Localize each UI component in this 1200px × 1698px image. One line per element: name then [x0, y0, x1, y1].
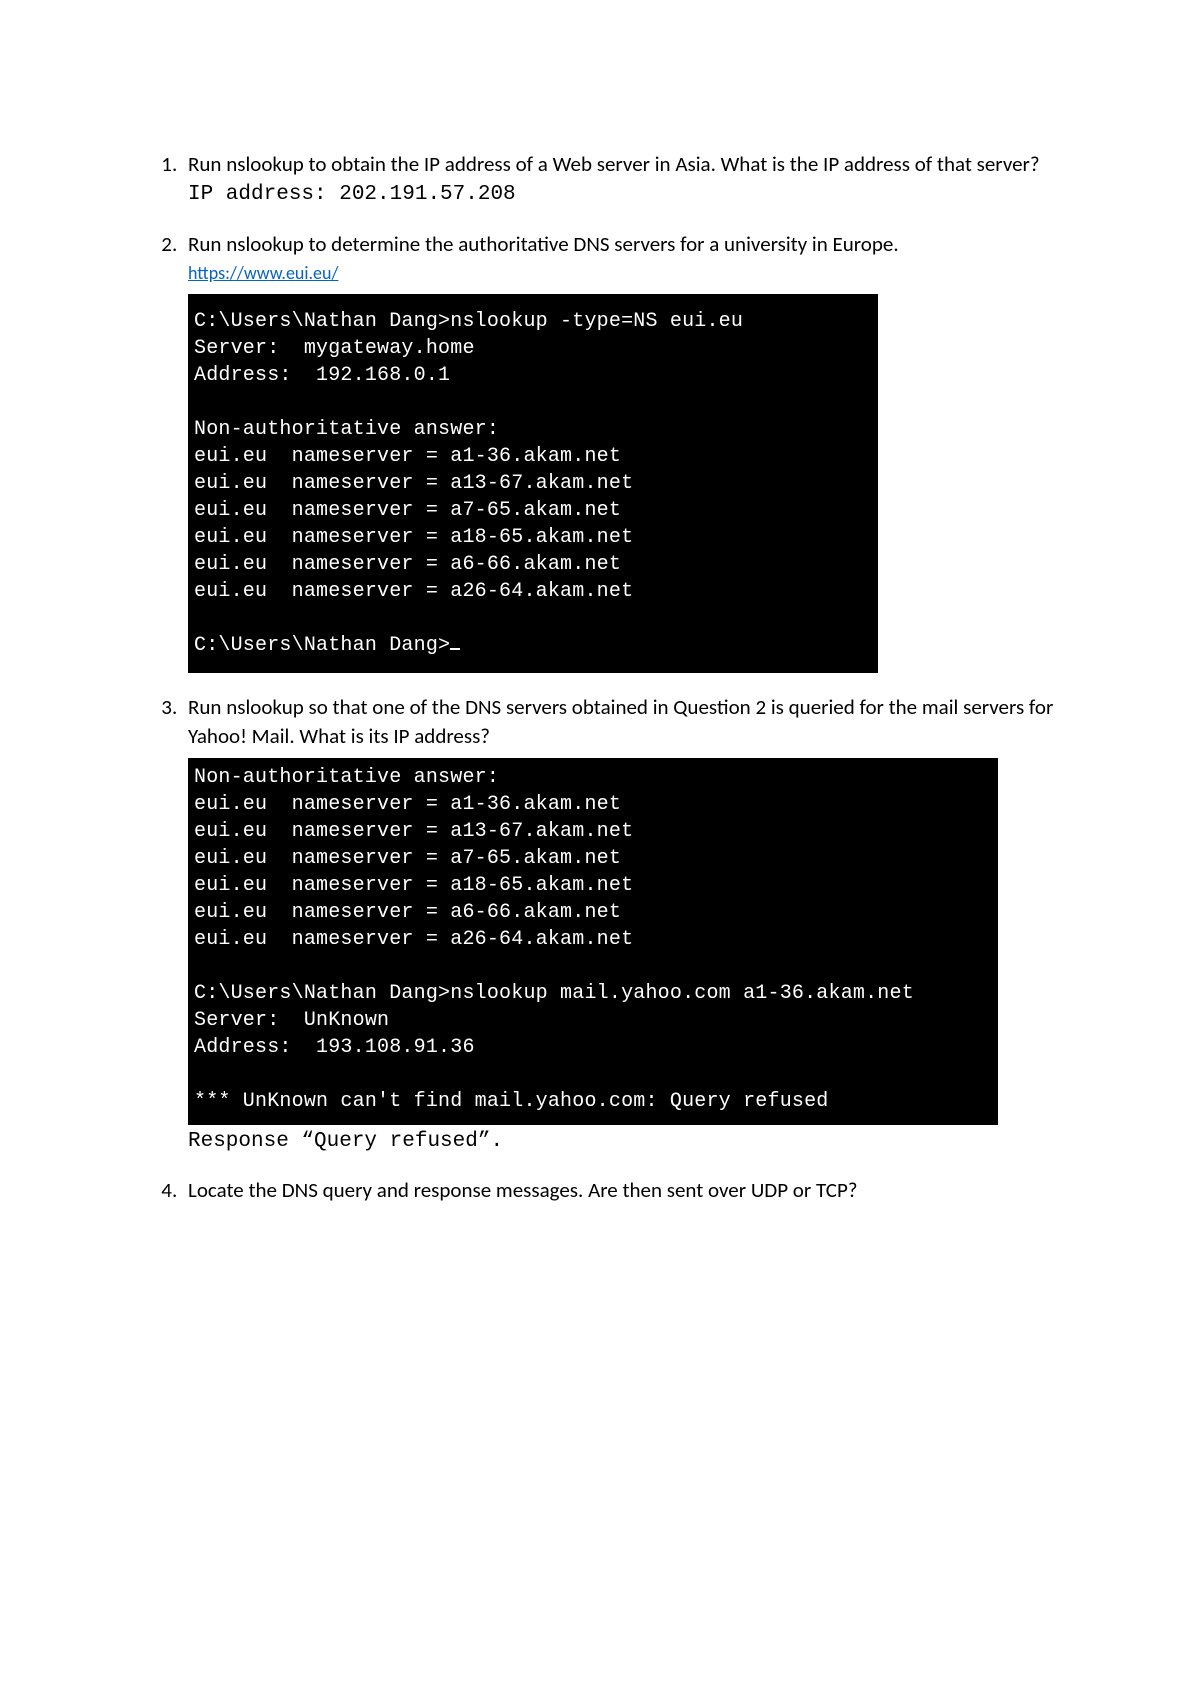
q1-text: Run nslookup to obtain the IP address of…	[188, 151, 1040, 177]
terminal-2-wrap: Non-authoritative answer: eui.eu nameser…	[188, 758, 998, 1125]
question-list: Run nslookup to obtain the IP address of…	[140, 150, 1060, 1205]
q2-text: Run nslookup to determine the authoritat…	[188, 231, 899, 257]
q1-answer: IP address: 202.191.57.208	[188, 183, 516, 206]
question-4: Locate the DNS query and response messag…	[182, 1176, 1060, 1204]
question-3: Run nslookup so that one of the DNS serv…	[182, 693, 1060, 1156]
cursor-icon	[450, 648, 460, 650]
question-2: Run nslookup to determine the authoritat…	[182, 230, 1060, 674]
terminal-1-text: C:\Users\Nathan Dang>nslookup -type=NS e…	[194, 310, 743, 657]
q4-text: Locate the DNS query and response messag…	[188, 1177, 858, 1203]
q3-response: Response “Query refused”.	[188, 1130, 503, 1153]
terminal-2: Non-authoritative answer: eui.eu nameser…	[188, 758, 998, 1125]
terminal-1: C:\Users\Nathan Dang>nslookup -type=NS e…	[188, 294, 878, 673]
question-1: Run nslookup to obtain the IP address of…	[182, 150, 1060, 210]
q2-link[interactable]: https://www.eui.eu/	[188, 262, 338, 284]
terminal-1-wrap: C:\Users\Nathan Dang>nslookup -type=NS e…	[188, 294, 878, 673]
q3-text: Run nslookup so that one of the DNS serv…	[188, 694, 1053, 748]
document-page: Run nslookup to obtain the IP address of…	[0, 0, 1200, 1698]
